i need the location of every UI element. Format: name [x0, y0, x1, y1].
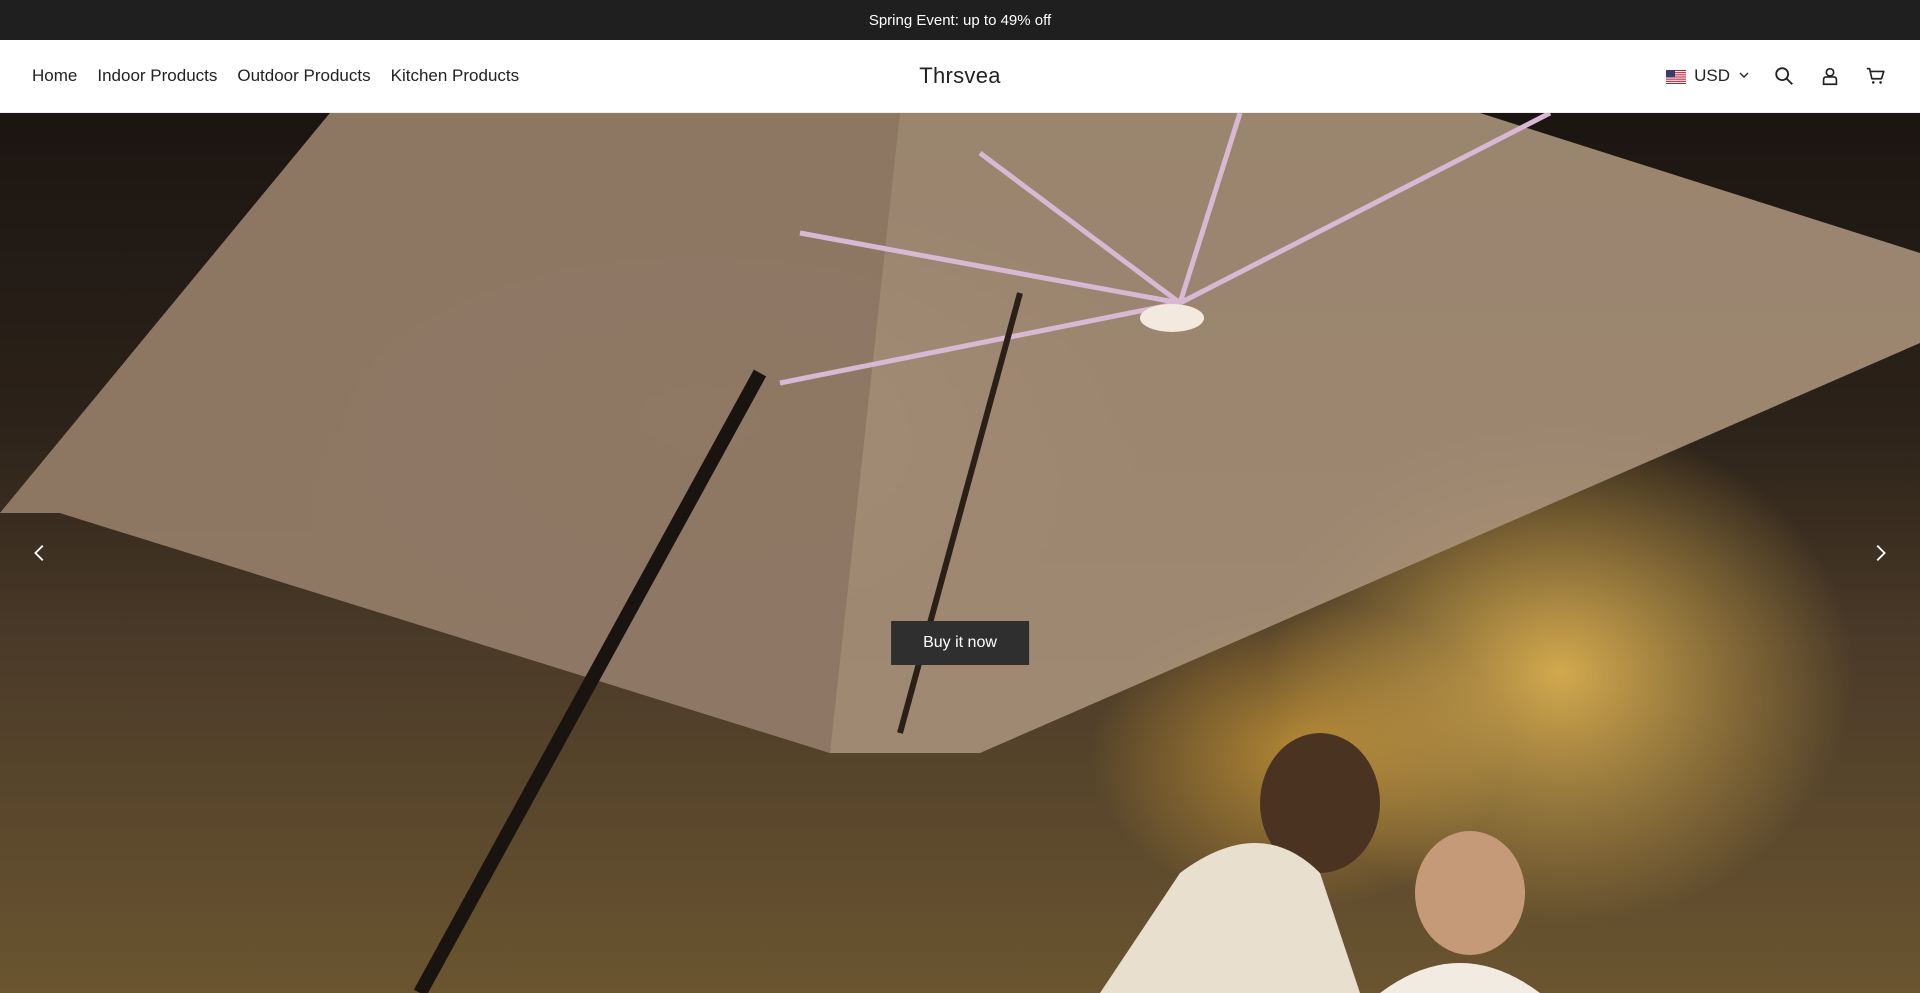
- nav-kitchen-products[interactable]: Kitchen Products: [391, 66, 520, 86]
- hero-slideshow: Buy it now: [0, 113, 1920, 993]
- account-icon[interactable]: [1818, 64, 1842, 88]
- buy-it-now-button[interactable]: Buy it now: [891, 621, 1029, 665]
- announcement-text: Spring Event: up to 49% off: [868, 11, 1052, 29]
- nav-indoor-products[interactable]: Indoor Products: [97, 66, 217, 86]
- cart-icon[interactable]: [1864, 64, 1888, 88]
- chevron-down-icon: [1738, 66, 1750, 86]
- currency-label: USD: [1694, 66, 1730, 85]
- hero-image: [0, 113, 1920, 993]
- chevron-left-icon[interactable]: [20, 533, 60, 573]
- main-nav: Home Indoor Products Outdoor Products Ki…: [32, 66, 519, 86]
- nav-outdoor-products[interactable]: Outdoor Products: [237, 66, 370, 86]
- chevron-right-icon[interactable]: [1860, 533, 1900, 573]
- search-icon[interactable]: [1772, 64, 1796, 88]
- announcement-bar: Spring Event: up to 49% off: [0, 0, 1920, 40]
- us-flag-icon: [1666, 69, 1687, 84]
- nav-home[interactable]: Home: [32, 66, 77, 86]
- header-actions: USD: [1666, 64, 1888, 88]
- currency-selector[interactable]: USD: [1666, 66, 1750, 86]
- site-header: Home Indoor Products Outdoor Products Ki…: [0, 40, 1920, 113]
- site-logo[interactable]: Thrsvea: [919, 63, 1001, 89]
